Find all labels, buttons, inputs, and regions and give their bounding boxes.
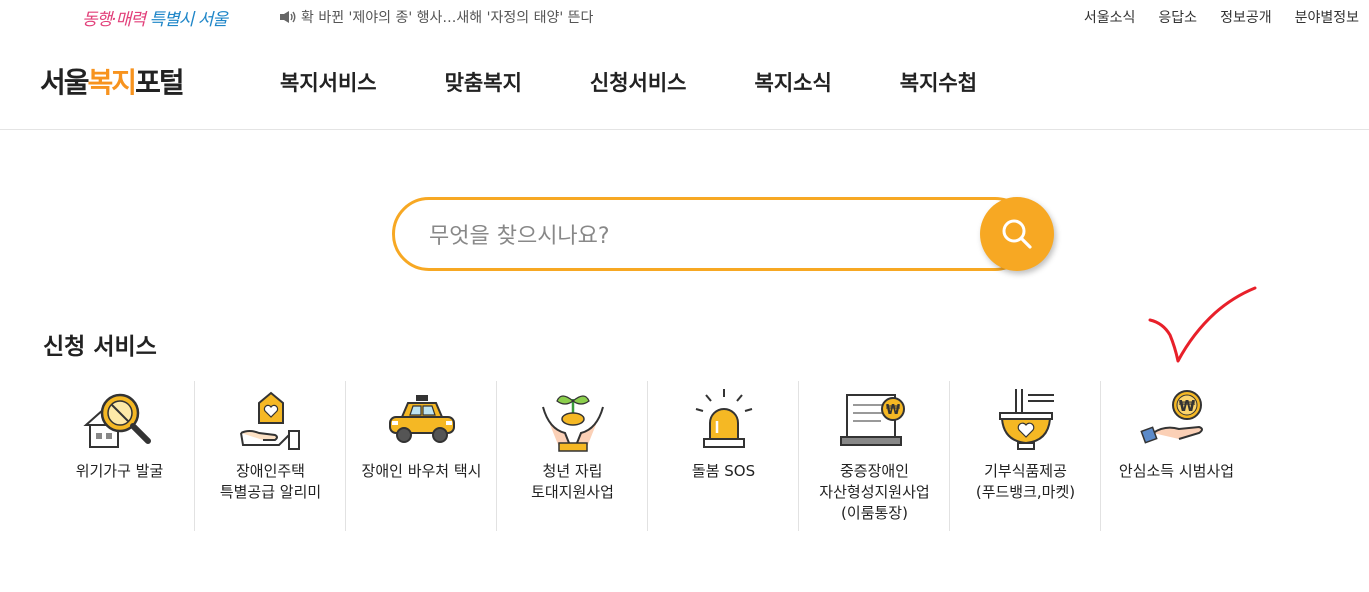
red-checkmark-annotation: [1148, 286, 1257, 363]
svg-text:₩: ₩: [886, 403, 901, 418]
seoul-slogan-logo[interactable]: 동행·매력 특별시 서울: [82, 5, 228, 30]
siren-icon: [695, 389, 753, 448]
service-item-youth-independence[interactable]: 청년 자립 토대지원사업: [497, 381, 648, 531]
nav-welfare-handbook[interactable]: 복지수첩: [900, 67, 977, 97]
bankbook-won-icon: ₩: [840, 394, 905, 446]
bowl-heart-icon: [999, 389, 1054, 450]
service-item-care-sos[interactable]: 돌봄 SOS: [648, 381, 799, 531]
hand-won-coin-icon: ₩: [1140, 390, 1203, 444]
hand-house-heart-icon: [240, 391, 300, 450]
section-title: 신청 서비스: [43, 334, 157, 360]
main-nav: 복지서비스 맞춤복지 신청서비스 복지소식 복지수첩: [280, 67, 1045, 97]
service-label: 장애인 바우처 택시: [361, 462, 482, 480]
nav-application-services[interactable]: 신청서비스: [590, 67, 687, 97]
slogan-part2: 특별시 서울: [149, 10, 228, 30]
service-item-voucher-taxi[interactable]: 장애인 바우처 택시: [346, 381, 497, 531]
service-label: 중증장애인 자산형성지원사업 (이룸통장): [819, 462, 930, 522]
service-label: 위기가구 발굴: [75, 462, 164, 480]
service-label: 안심소득 시범사업: [1118, 462, 1235, 480]
search-input[interactable]: [429, 218, 949, 254]
nav-welfare-services[interactable]: 복지서비스: [280, 67, 377, 97]
logo-part3: 포털: [135, 66, 185, 99]
service-label: 청년 자립 토대지원사업: [531, 462, 614, 501]
svg-text:₩: ₩: [1179, 397, 1196, 415]
nav-custom-welfare[interactable]: 맞춤복지: [445, 67, 522, 97]
service-item-safe-income[interactable]: ₩ 안심소득 시범사업: [1101, 381, 1252, 531]
service-item-crisis-household[interactable]: 위기가구 발굴: [44, 381, 195, 531]
news-ticker[interactable]: 확 바뀐 '제야의 종' 행사…새해 '자정의 태양' 뜬다: [279, 7, 593, 27]
service-label: 장애인주택 특별공급 알리미: [219, 462, 322, 501]
search-area: [392, 197, 1054, 271]
taxi-icon: [389, 395, 455, 443]
service-label: 돌봄 SOS: [691, 462, 756, 480]
speaker-icon: [280, 11, 296, 23]
slogan-part1: 동행·매력: [82, 10, 146, 30]
service-item-asset-building[interactable]: ₩ 중증장애인 자산형성지원사업 (이룸통장): [799, 381, 950, 531]
service-label: 기부식품제공 (푸드뱅크,마켓): [975, 462, 1076, 501]
search-box: [392, 197, 1032, 271]
magnifier-house-icon: [83, 393, 151, 448]
nav-welfare-news[interactable]: 복지소식: [755, 67, 832, 97]
util-link-seoul-news[interactable]: 서울소식: [1084, 7, 1136, 27]
util-link-info-disclosure[interactable]: 정보공개: [1220, 7, 1272, 27]
top-bar: 동행·매력 특별시 서울 확 바뀐 '제야의 종' 행사…새해 '자정의 태양'…: [0, 0, 1369, 34]
utility-links: 서울소식 응답소 정보공개 분야별정보: [1084, 7, 1359, 27]
logo-part2: 복지: [87, 66, 138, 99]
service-list: 위기가구 발굴 장애인주택 특별공급 알리미 장애인 바우처 택시 청년 자립 …: [44, 381, 1252, 531]
search-icon: [1002, 219, 1032, 249]
site-header: 서울복지포털 복지서비스 맞춤복지 신청서비스 복지소식 복지수첩: [0, 34, 1369, 130]
service-item-food-bank[interactable]: 기부식품제공 (푸드뱅크,마켓): [950, 381, 1101, 531]
service-item-disabled-housing[interactable]: 장애인주택 특별공급 알리미: [195, 381, 346, 531]
logo-part1: 서울: [40, 66, 90, 99]
util-link-field-info[interactable]: 분야별정보: [1295, 7, 1359, 27]
site-logo[interactable]: 서울복지포털: [40, 61, 185, 101]
util-link-response[interactable]: 응답소: [1158, 7, 1197, 27]
search-button[interactable]: [980, 197, 1054, 271]
news-ticker-text: 확 바뀐 '제야의 종' 행사…새해 '자정의 태양' 뜬다: [301, 10, 594, 26]
hands-sprout-icon: [542, 395, 604, 452]
